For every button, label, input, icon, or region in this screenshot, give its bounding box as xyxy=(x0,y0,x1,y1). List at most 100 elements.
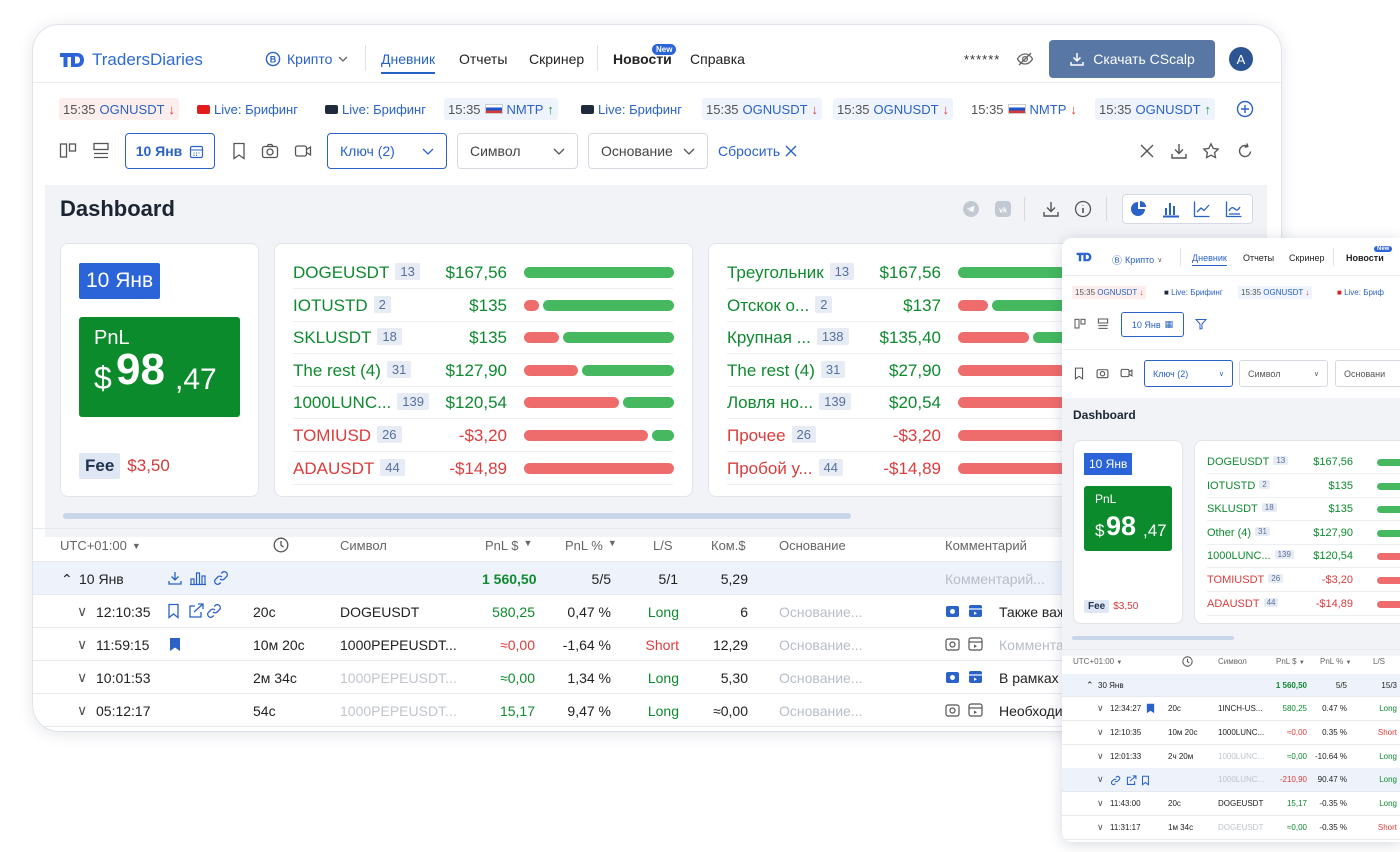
trade-comment[interactable]: В рамках xyxy=(999,670,1059,686)
expand-chevron-icon[interactable]: ∨ xyxy=(77,669,87,686)
trade-symbol[interactable]: 1INCH-US... xyxy=(1218,704,1262,713)
collapse-chevron-icon[interactable]: ⌃ xyxy=(1086,680,1094,691)
add-circle-icon[interactable] xyxy=(1236,100,1254,118)
pnl-header[interactable]: PnL $ ▼ xyxy=(1276,657,1305,666)
bookmark-filled-icon[interactable] xyxy=(169,637,181,652)
download-cscalp-button[interactable]: Скачать CScalp xyxy=(1049,40,1215,78)
row-actions-icon[interactable] xyxy=(167,603,231,619)
expand-chevron-icon[interactable]: ∨ xyxy=(1097,727,1104,738)
ticker-item[interactable]: 15:35 OGNUSDT ↓ xyxy=(702,98,823,120)
info-icon[interactable] xyxy=(1074,200,1092,218)
ls-header[interactable]: L/S xyxy=(1373,657,1385,666)
breakdown-row[interactable]: Other (4) 31 $127,90 xyxy=(1207,522,1400,545)
trade-reason[interactable]: Основание... xyxy=(779,604,862,620)
logo-icon[interactable] xyxy=(1076,251,1092,263)
breakdown-row[interactable]: DOGEUSDT 13 $167,56 xyxy=(1207,451,1400,474)
ticker-item[interactable]: 15:35 OGNUSDT ↑ xyxy=(1095,98,1216,120)
reason-header[interactable]: Основание xyxy=(779,538,846,553)
bar-chart-icon[interactable] xyxy=(1162,200,1180,218)
video-icon[interactable] xyxy=(294,143,312,159)
close-icon[interactable] xyxy=(1140,144,1154,158)
bookmark-icon[interactable] xyxy=(232,142,246,160)
columns-layout-icon[interactable] xyxy=(1074,318,1086,330)
download-icon[interactable] xyxy=(1170,142,1188,160)
trade-comment[interactable]: Также важ xyxy=(999,604,1066,620)
line-chart-icon[interactable] xyxy=(1193,200,1211,218)
attachment-icons[interactable] xyxy=(945,669,985,685)
trade-symbol[interactable]: 1000PEPEUSDT... xyxy=(340,703,457,719)
mode-selector[interactable]: Ⓑ Крипто ∨ xyxy=(1112,252,1162,268)
tz-header[interactable]: UTC+01:00 ▼ xyxy=(60,538,141,553)
columns-layout-icon[interactable] xyxy=(59,142,77,160)
breakdown-row[interactable]: 1000LUNC... 139 $120,54 xyxy=(1207,545,1400,569)
tab-diary[interactable]: Дневник xyxy=(1192,253,1227,266)
group-comment[interactable]: Комментарий... xyxy=(945,571,1045,587)
attachment-icons[interactable] xyxy=(945,603,985,619)
trade-reason[interactable]: Основание... xyxy=(779,703,862,719)
pnl-percent-header[interactable]: PnL % ▼ xyxy=(565,538,617,553)
expand-chevron-icon[interactable]: ∨ xyxy=(1097,703,1104,714)
expand-chevron-icon[interactable]: ∨ xyxy=(77,702,87,719)
ticker-item[interactable]: Live: Брифинг xyxy=(321,98,430,120)
group-row[interactable]: ⌃ 30 Янв 1 560,50 5/5 15/3 xyxy=(1062,674,1400,697)
table-row[interactable]: ∨ 11:31:17 1м 34с DOGEUSDT ≈0,00 -0.35 % Short xyxy=(1062,816,1400,840)
trade-symbol[interactable]: 1000LUNC... xyxy=(1218,728,1264,737)
ls-header[interactable]: L/S xyxy=(653,538,673,553)
ticker-item[interactable]: 15:35 OGNUSDT ↓ xyxy=(59,98,180,120)
collapse-chevron-icon[interactable]: ⌃ xyxy=(61,571,73,588)
ticker-item[interactable]: Live: Брифинг xyxy=(577,98,686,120)
trade-reason[interactable]: Основание... xyxy=(779,670,862,686)
attachment-icons[interactable] xyxy=(945,702,985,718)
table-row[interactable]: ∨ 11:43:00 20с DOGEUSDT 15,17 -0.35 % Long xyxy=(1062,792,1400,817)
ticker-item[interactable]: 15:35 OGNUSDT ↓ xyxy=(1238,286,1313,299)
symbol-header[interactable]: Символ xyxy=(1218,657,1247,666)
avatar[interactable]: A xyxy=(1229,47,1253,71)
rows-layout-icon[interactable] xyxy=(1097,318,1109,330)
chart-icon[interactable] xyxy=(189,570,207,586)
table-row[interactable]: ∨ 12:10:35 10м 20с 1000LUNC... ≈0,00 0.35 % Sh… xyxy=(1062,721,1400,745)
tab-help[interactable]: Справка xyxy=(690,51,745,67)
link-icon[interactable] xyxy=(213,570,229,586)
download-icon[interactable] xyxy=(1042,200,1060,218)
reset-filters-button[interactable]: Сбросить xyxy=(718,143,797,159)
refresh-icon[interactable] xyxy=(1236,142,1254,160)
key-filter-select[interactable]: Ключ (2) xyxy=(327,133,447,169)
dashboard-scrollbar[interactable] xyxy=(1072,636,1234,640)
clock-icon[interactable] xyxy=(273,537,289,553)
star-icon[interactable] xyxy=(1202,142,1220,160)
filter-icon[interactable] xyxy=(1195,318,1207,330)
attachment-icons[interactable] xyxy=(945,636,985,652)
trade-symbol[interactable]: DOGEUSDT xyxy=(1218,823,1263,832)
tab-news[interactable]: Новости xyxy=(1346,253,1384,263)
telegram-icon[interactable] xyxy=(962,200,980,218)
reason-filter-select[interactable]: Основани xyxy=(1335,360,1400,387)
bookmark-filled-icon[interactable] xyxy=(1146,703,1155,714)
pnl-header[interactable]: PnL $ ▼ xyxy=(485,538,532,553)
expand-chevron-icon[interactable]: ∨ xyxy=(1097,822,1104,833)
fee-header[interactable]: Ком.$ xyxy=(711,538,746,553)
trade-comment[interactable]: Коммента xyxy=(999,637,1064,653)
trade-symbol[interactable]: DOGEUSDT xyxy=(340,604,419,620)
tab-screener[interactable]: Скринер xyxy=(1289,253,1324,263)
comment-header[interactable]: Комментарий xyxy=(945,538,1027,553)
reason-filter-select[interactable]: Основание xyxy=(588,133,708,169)
pie-chart-icon[interactable] xyxy=(1130,200,1148,218)
expand-chevron-icon[interactable]: ∨ xyxy=(1097,798,1104,809)
date-filter[interactable]: 10 Янв xyxy=(125,133,215,169)
trade-symbol[interactable]: 1000LUNC... xyxy=(1218,775,1264,784)
breakdown-row[interactable]: SKLUSDT 18 $135 xyxy=(1207,498,1400,522)
eye-off-icon[interactable] xyxy=(1016,51,1034,67)
ticker-item[interactable]: ■ Live: Бриф xyxy=(1337,288,1384,297)
ticker-item[interactable]: 15:35 NMTP ↑ xyxy=(444,98,558,120)
symbol-header[interactable]: Символ xyxy=(340,538,387,553)
row-actions-icon[interactable] xyxy=(1111,775,1153,787)
mode-selector[interactable]: B Крипто xyxy=(265,51,348,67)
expand-chevron-icon[interactable]: ∨ xyxy=(77,636,87,653)
ticker-item[interactable]: 15:35 OGNUSDT ↓ xyxy=(1072,286,1147,299)
ticker-item[interactable]: 15:35 OGNUSDT ↓ xyxy=(833,98,954,120)
trade-symbol[interactable]: DOGEUSDT xyxy=(1218,799,1263,808)
tz-header[interactable]: UTC+01:00 ▼ xyxy=(1073,657,1122,666)
bookmark-icon[interactable] xyxy=(1074,367,1084,380)
date-filter[interactable]: 10 Янв ▦ xyxy=(1121,312,1184,337)
tab-screener[interactable]: Скринер xyxy=(529,51,584,67)
